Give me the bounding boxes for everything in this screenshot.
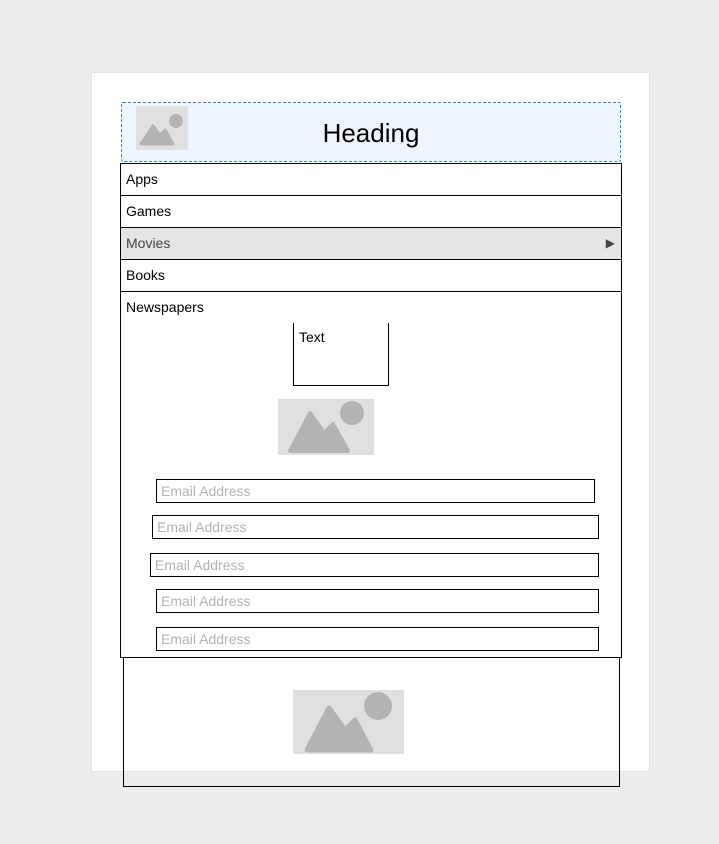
email-field-1[interactable] bbox=[156, 479, 595, 503]
page-heading: Heading bbox=[322, 118, 420, 148]
image-placeholder-icon bbox=[293, 690, 404, 754]
menu-item-games[interactable]: Games bbox=[120, 196, 622, 228]
menu-item-label: Newspapers bbox=[126, 299, 204, 315]
menu-item-label: Movies bbox=[126, 235, 171, 251]
email-field-5[interactable] bbox=[156, 627, 599, 651]
image-placeholder-icon bbox=[278, 399, 374, 455]
menu-list: Apps Games Movies ▶ Books Newspapers bbox=[120, 163, 622, 324]
menu-item-books[interactable]: Books bbox=[120, 260, 622, 292]
menu-item-label: Apps bbox=[126, 171, 158, 187]
email-field-3[interactable] bbox=[150, 553, 599, 577]
email-field-2[interactable] bbox=[152, 515, 599, 539]
text-box: Text bbox=[293, 323, 389, 386]
menu-item-movies[interactable]: Movies ▶ bbox=[120, 228, 622, 260]
menu-item-label: Books bbox=[126, 267, 165, 283]
menu-item-apps[interactable]: Apps bbox=[120, 163, 622, 196]
submenu-arrow-icon: ▶ bbox=[605, 236, 615, 250]
menu-item-newspapers[interactable]: Newspapers bbox=[120, 292, 622, 324]
header-bar: Heading bbox=[121, 102, 621, 162]
email-field-4[interactable] bbox=[156, 589, 599, 613]
menu-item-label: Games bbox=[126, 203, 172, 219]
